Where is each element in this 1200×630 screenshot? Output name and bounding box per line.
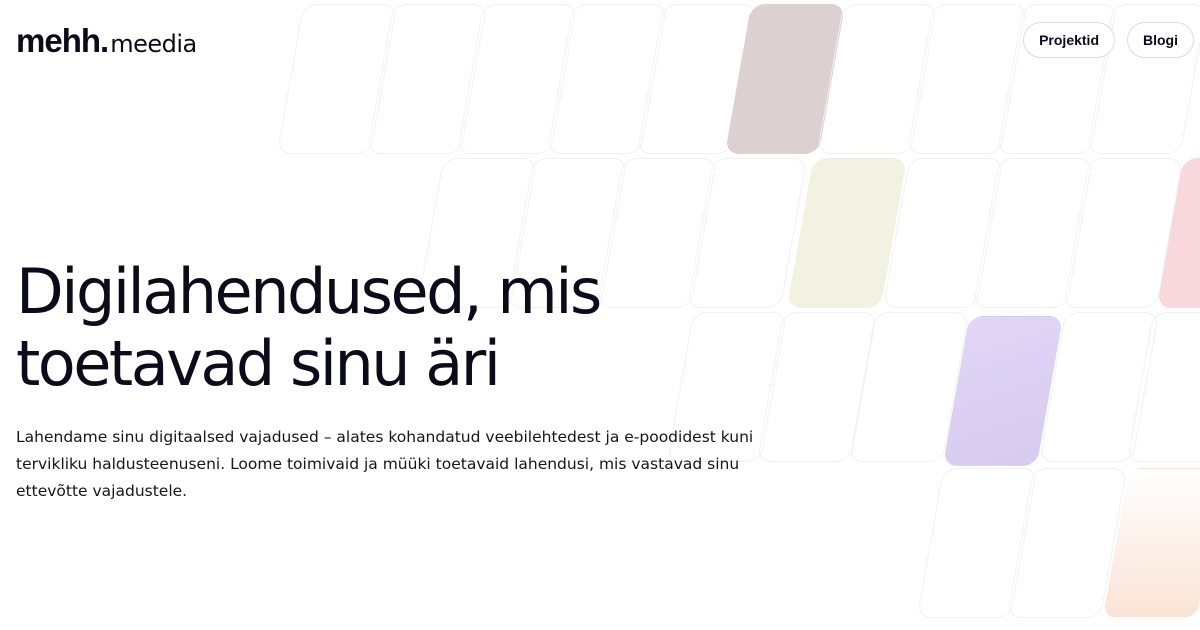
- page: mehh. meedia Projektid Blogi Digilahendu…: [0, 0, 1200, 630]
- nav-projektid-button[interactable]: Projektid: [1023, 22, 1115, 58]
- hero-section: Digilahendused, mis toetavad sinu äri La…: [16, 256, 776, 505]
- main-nav: Projektid Blogi: [1023, 22, 1194, 58]
- logo-wordmark-light: meedia: [110, 30, 197, 58]
- brand-logo[interactable]: mehh. meedia: [16, 24, 197, 57]
- hero-heading: Digilahendused, mis toetavad sinu äri: [16, 256, 776, 400]
- hero-heading-line-1: Digilahendused, mis: [16, 255, 602, 328]
- hero-lead-text: Lahendame sinu digitaalsed vajadused – a…: [16, 428, 754, 500]
- hero-heading-line-2: toetavad sinu äri: [16, 327, 501, 400]
- nav-blogi-button[interactable]: Blogi: [1127, 22, 1194, 58]
- site-header: mehh. meedia Projektid Blogi: [0, 0, 1200, 80]
- logo-wordmark-strong: mehh.: [16, 22, 109, 59]
